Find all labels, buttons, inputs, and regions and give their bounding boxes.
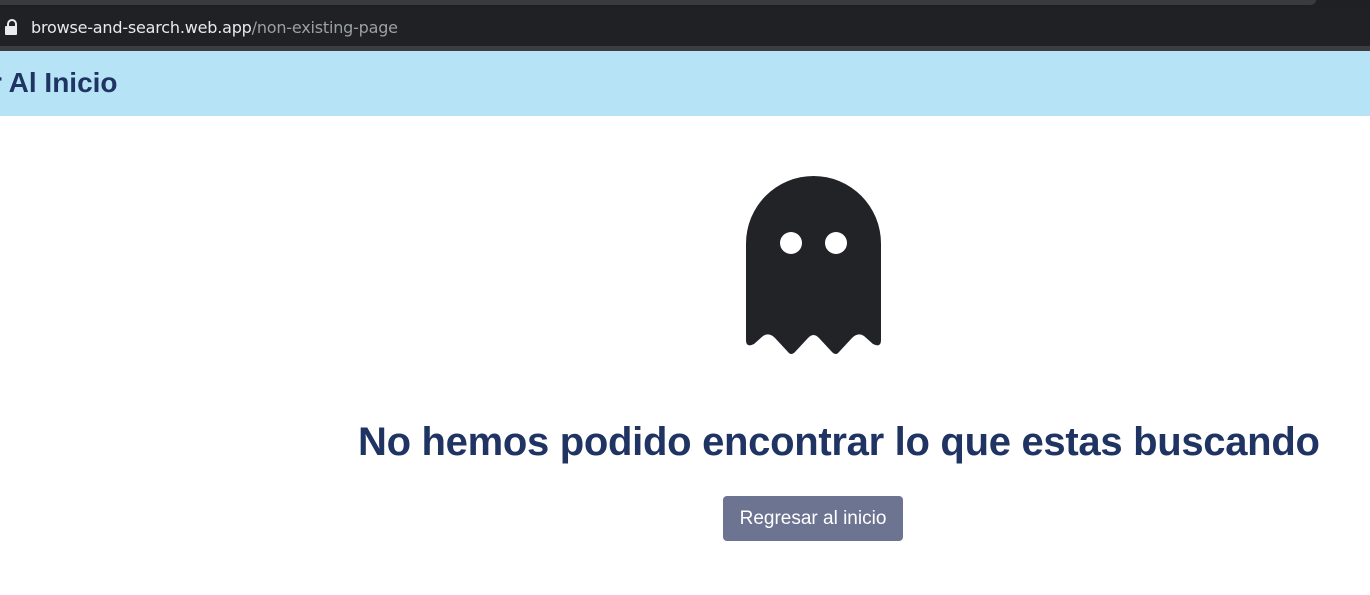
navbar: r Al Inicio <box>0 51 1370 116</box>
lock-icon[interactable] <box>5 19 17 35</box>
not-found-heading: No hemos podido encontrar lo que estas b… <box>358 420 1320 464</box>
address-bar[interactable]: browse-and-search.web.app/non-existing-p… <box>0 8 1370 46</box>
url-path: /non-existing-page <box>251 17 398 37</box>
browser-tab-edge <box>0 0 1316 5</box>
nav-home-link[interactable]: r Al Inicio <box>0 67 118 99</box>
ghost-icon <box>746 176 881 354</box>
url-domain: browse-and-search.web.app <box>31 17 252 37</box>
url-text[interactable]: browse-and-search.web.app/non-existing-p… <box>31 18 398 37</box>
browser-top-strip <box>0 0 1370 8</box>
back-home-button[interactable]: Regresar al inicio <box>723 496 903 541</box>
